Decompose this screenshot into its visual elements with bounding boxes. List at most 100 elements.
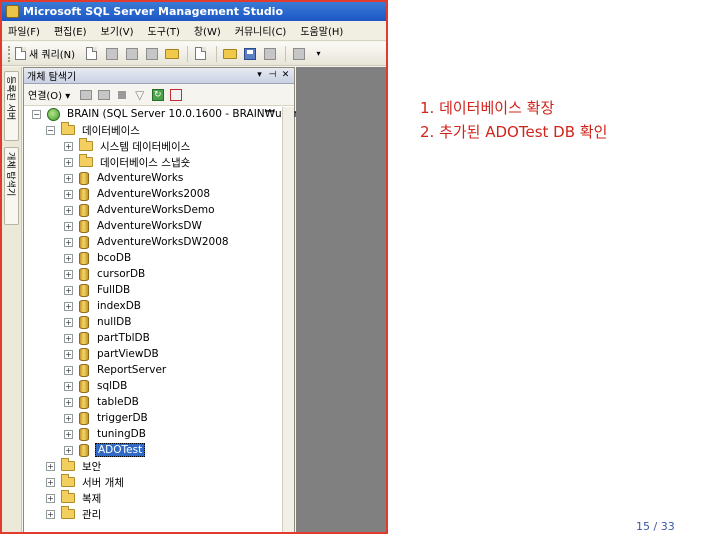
- disconnect-icon[interactable]: [96, 88, 111, 102]
- window-position-button[interactable]: ▾: [254, 70, 265, 81]
- tree-server-objects-folder[interactable]: + 서버 개체: [46, 474, 126, 490]
- collapse-toggle[interactable]: −: [46, 125, 55, 135]
- new-query-icon: [15, 47, 26, 60]
- tree-security-folder[interactable]: + 보안: [46, 458, 103, 474]
- activity-monitor-button[interactable]: [290, 45, 307, 62]
- dmx-query-button[interactable]: [143, 45, 160, 62]
- annotation-step-1: 1. 데이터베이스 확장: [420, 99, 555, 117]
- expand-toggle[interactable]: +: [64, 429, 73, 439]
- toolbar-grip[interactable]: [8, 45, 11, 62]
- tree-vertical-scrollbar[interactable]: [282, 107, 294, 532]
- new-query-button[interactable]: 새 쿼리(N): [15, 46, 75, 61]
- tree-database-node[interactable]: + AdventureWorksDW2008: [64, 234, 231, 250]
- expand-toggle[interactable]: +: [64, 221, 73, 231]
- tree-databases-folder[interactable]: − 데이터베이스: [46, 122, 142, 138]
- save-all-button[interactable]: [261, 45, 278, 62]
- expand-toggle[interactable]: +: [64, 269, 73, 279]
- menu-help[interactable]: 도움말(H): [300, 23, 343, 38]
- expand-toggle[interactable]: +: [64, 237, 73, 247]
- xmla-icon: [164, 48, 179, 59]
- connect-dropdown[interactable]: 연결(O) ▾: [28, 87, 70, 102]
- tree-database-node[interactable]: + AdventureWorksDW: [64, 218, 204, 234]
- new-document-button[interactable]: [192, 45, 209, 62]
- expand-toggle[interactable]: +: [64, 253, 73, 263]
- database-icon: [79, 331, 89, 345]
- tree-database-node[interactable]: + partTblDB: [64, 330, 152, 346]
- expand-toggle[interactable]: +: [64, 157, 73, 167]
- toolbar-separator: [187, 45, 189, 62]
- expand-toggle[interactable]: +: [64, 189, 73, 199]
- database-label: AdventureWorksDemo: [97, 204, 215, 216]
- expand-toggle[interactable]: +: [64, 381, 73, 391]
- expand-toggle[interactable]: +: [64, 301, 73, 311]
- auto-hide-pin-icon[interactable]: ⊣: [267, 70, 278, 81]
- xmla-query-button[interactable]: [163, 45, 180, 62]
- tree-management-folder[interactable]: + 관리: [46, 506, 103, 522]
- tree-database-node[interactable]: + nullDB: [64, 314, 133, 330]
- save-all-icon: [263, 47, 276, 60]
- collapse-toggle[interactable]: −: [32, 109, 41, 119]
- menu-window[interactable]: 창(W): [194, 23, 221, 38]
- stop-icon[interactable]: [114, 88, 129, 102]
- save-button[interactable]: [241, 45, 258, 62]
- tree-database-node[interactable]: + triggerDB: [64, 410, 150, 426]
- database-engine-query-button[interactable]: [103, 45, 120, 62]
- expand-toggle[interactable]: +: [64, 285, 73, 295]
- tree-database-node[interactable]: + FullDB: [64, 282, 132, 298]
- menu-file[interactable]: 파일(F): [8, 23, 40, 38]
- toolbar-separator: [285, 45, 287, 62]
- replication-folder-label: 복제: [82, 492, 102, 505]
- analysis-query-button[interactable]: [123, 45, 140, 62]
- tree-database-node[interactable]: + sqlDB: [64, 378, 129, 394]
- connect-icon[interactable]: [78, 88, 93, 102]
- expand-toggle[interactable]: +: [64, 173, 73, 183]
- expand-toggle[interactable]: +: [64, 397, 73, 407]
- summary-icon[interactable]: [168, 88, 183, 102]
- database-label: tableDB: [97, 396, 139, 408]
- expand-toggle[interactable]: +: [46, 477, 55, 487]
- tree-database-node[interactable]: + indexDB: [64, 298, 143, 314]
- tree-database-node[interactable]: + AdventureWorks2008: [64, 186, 212, 202]
- tree-database-snapshots-folder[interactable]: + 데이터베이스 스냅숏: [64, 154, 192, 170]
- database-label: AdventureWorks2008: [97, 188, 211, 200]
- menu-edit[interactable]: 편집(E): [54, 23, 87, 38]
- expand-toggle[interactable]: +: [64, 317, 73, 327]
- tree-database-node[interactable]: + tuningDB: [64, 426, 148, 442]
- expand-toggle[interactable]: +: [46, 461, 55, 471]
- tree-replication-folder[interactable]: + 복제: [46, 490, 103, 506]
- refresh-icon[interactable]: ↻: [150, 88, 165, 102]
- tree-database-node[interactable]: + bcoDB: [64, 250, 133, 266]
- expand-toggle[interactable]: +: [64, 333, 73, 343]
- tree-database-node[interactable]: + ReportServer: [64, 362, 168, 378]
- new-file-button[interactable]: [83, 45, 100, 62]
- tab-registered-servers[interactable]: 등록된 서버: [4, 71, 19, 141]
- tab-object-explorer[interactable]: 개체 탐색기: [4, 147, 19, 225]
- toolbar-options-button[interactable]: ▾: [310, 45, 327, 62]
- expand-toggle[interactable]: +: [64, 141, 73, 151]
- expand-toggle[interactable]: +: [64, 445, 73, 455]
- expand-toggle[interactable]: +: [46, 509, 55, 519]
- tree-database-node[interactable]: + AdventureWorks: [64, 170, 185, 186]
- tree-database-node[interactable]: + partViewDB: [64, 346, 161, 362]
- expand-toggle[interactable]: +: [64, 413, 73, 423]
- new-query-label: 새 쿼리(N): [29, 50, 76, 61]
- menu-view[interactable]: 보기(V): [101, 23, 134, 38]
- menu-community[interactable]: 커뮤니티(C): [235, 23, 287, 38]
- expand-toggle[interactable]: +: [64, 349, 73, 359]
- tree-database-node[interactable]: + cursorDB: [64, 266, 147, 282]
- expand-toggle[interactable]: +: [64, 205, 73, 215]
- database-icon: [79, 379, 89, 393]
- tree-server-node[interactable]: − BRAIN (SQL Server 10.0.1600 - BRAIN₩us…: [32, 106, 304, 122]
- tree-database-node[interactable]: + tableDB: [64, 394, 141, 410]
- tree-system-databases-folder[interactable]: + 시스템 데이터베이스: [64, 138, 192, 154]
- close-icon[interactable]: ✕: [280, 70, 291, 81]
- menu-tools[interactable]: 도구(T): [148, 23, 180, 38]
- menu-bar: 파일(F) 편집(E) 보기(V) 도구(T) 창(W) 커뮤니티(C) 도움말…: [2, 21, 386, 41]
- filter-icon[interactable]: ▽: [132, 88, 147, 102]
- database-icon: [79, 267, 89, 281]
- open-button[interactable]: [221, 45, 238, 62]
- expand-toggle[interactable]: +: [64, 365, 73, 375]
- tree-database-adotest[interactable]: + ADOTest: [64, 442, 146, 458]
- expand-toggle[interactable]: +: [46, 493, 55, 503]
- tree-database-node[interactable]: + AdventureWorksDemo: [64, 202, 217, 218]
